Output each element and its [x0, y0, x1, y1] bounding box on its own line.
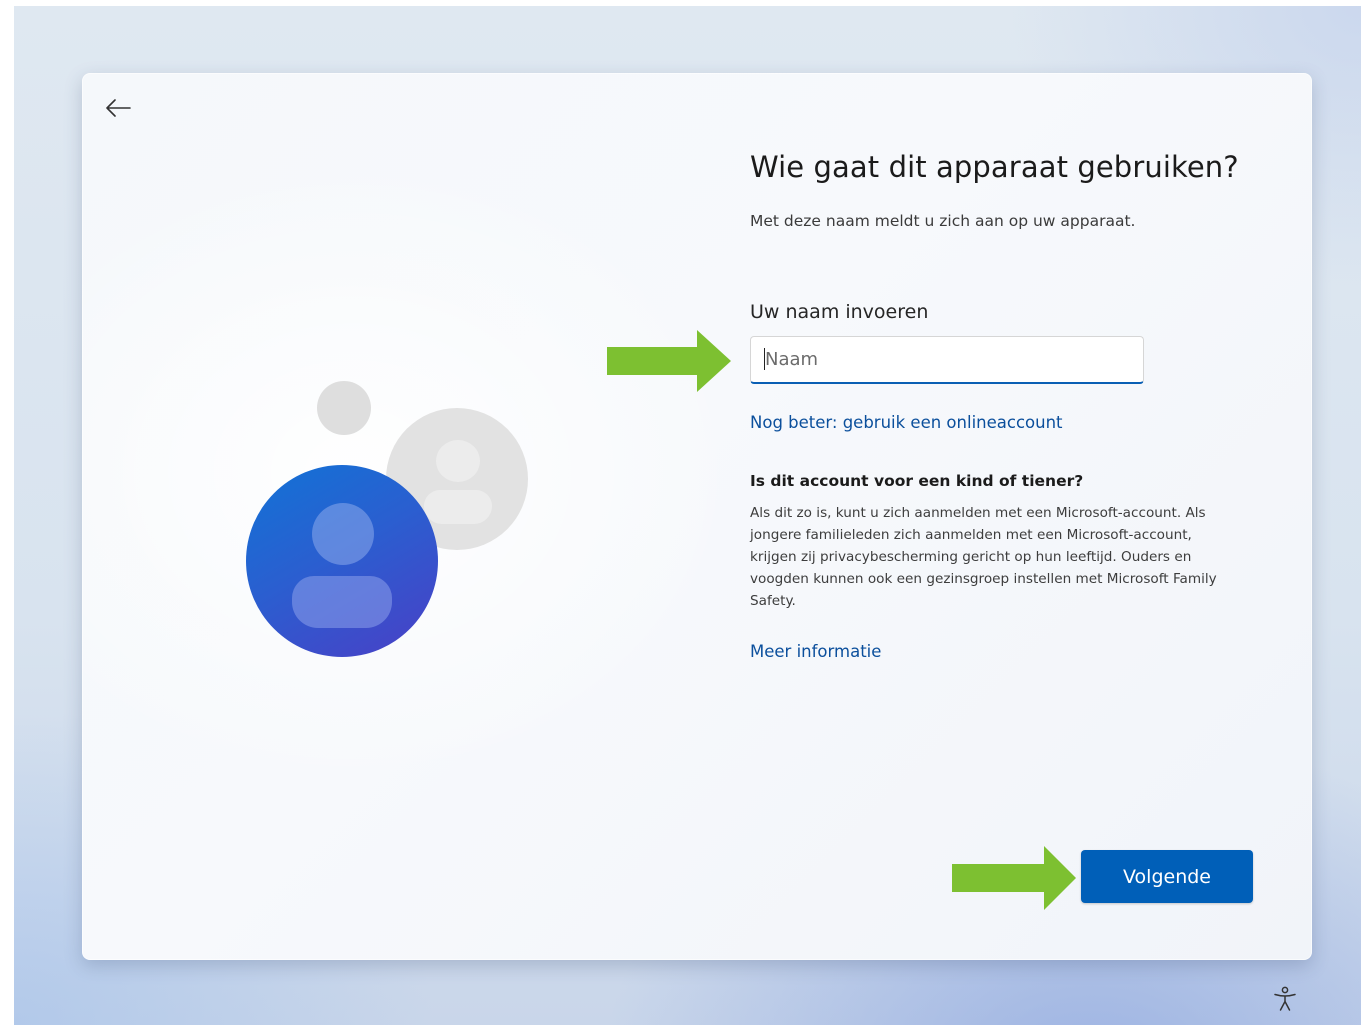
back-button[interactable] — [104, 94, 132, 122]
blue-user-head — [312, 503, 374, 565]
arrow-right-icon — [952, 846, 1076, 910]
accessibility-icon — [1274, 986, 1296, 1011]
page-title: Wie gaat dit apparaat gebruiken? — [750, 150, 1239, 184]
decor-dot — [317, 381, 371, 435]
accessibility-button[interactable] — [1271, 985, 1299, 1013]
next-button[interactable]: Volgende — [1081, 850, 1253, 903]
name-field-label: Uw naam invoeren — [750, 301, 929, 323]
gray-user-head — [436, 440, 480, 482]
child-account-description: Als dit zo is, kunt u zich aanmelden met… — [750, 505, 1217, 609]
arrow-right-icon — [607, 330, 731, 392]
blue-user-body — [292, 576, 392, 628]
name-input[interactable] — [750, 336, 1144, 384]
gray-user-body — [424, 490, 492, 524]
child-account-heading: Is dit account voor een kind of tiener? — [750, 472, 1084, 490]
more-info-link[interactable]: Meer informatie — [750, 642, 881, 661]
arrow-left-icon — [106, 99, 131, 117]
online-account-link[interactable]: Nog beter: gebruik een onlineaccount — [750, 413, 1063, 432]
page-subtitle: Met deze naam meldt u zich aan op uw app… — [750, 212, 1136, 230]
text-caret — [764, 348, 765, 370]
